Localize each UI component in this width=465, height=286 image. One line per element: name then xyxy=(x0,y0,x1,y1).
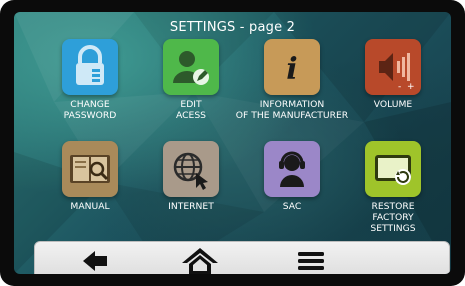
manufacturer-tile-icon-box: i xyxy=(264,39,320,95)
hamburger-menu-icon xyxy=(298,252,324,270)
sac-tile-icon-box xyxy=(264,141,320,197)
back-arrow-icon xyxy=(83,251,107,271)
manual-tile-icon-box xyxy=(62,141,118,197)
volume-icon: - + xyxy=(379,53,415,92)
change-password-tile-icon-box xyxy=(62,39,118,95)
restore-factory-settings-button[interactable]: RESTORE FACTORY SETTINGS xyxy=(333,141,451,236)
volume-button[interactable]: - + VOLUME xyxy=(333,39,451,134)
restore-icon xyxy=(375,155,411,185)
svg-text:+: + xyxy=(407,82,415,92)
home-button[interactable] xyxy=(180,246,220,274)
svg-text:i: i xyxy=(286,52,297,87)
page-title: SETTINGS - page 2 xyxy=(169,20,296,35)
info-icon: i xyxy=(286,52,297,87)
edit-access-tile-icon-box xyxy=(163,39,219,95)
device-frame: SETTINGS - page 2 CHANGE PASSWORD EDIT A… xyxy=(0,0,465,286)
bottom-navigation-bar xyxy=(34,241,450,274)
menu-button[interactable] xyxy=(290,246,330,274)
restore-tile-icon-box xyxy=(365,141,421,197)
volume-label: VOLUME xyxy=(373,99,413,110)
restore-factory-settings-label: RESTORE FACTORY SETTINGS xyxy=(370,201,416,234)
globe-icon xyxy=(173,152,208,190)
lock-icon xyxy=(76,45,104,85)
headset-icon xyxy=(279,151,305,187)
internet-tile-icon-box xyxy=(163,141,219,197)
manual-book-icon xyxy=(70,155,110,183)
back-button[interactable] xyxy=(75,246,115,274)
home-icon xyxy=(182,248,218,274)
svg-text:-: - xyxy=(398,82,401,92)
user-edit-icon xyxy=(173,51,209,85)
settings-screen: SETTINGS - page 2 CHANGE PASSWORD EDIT A… xyxy=(14,12,451,274)
volume-tile-icon-box: - + xyxy=(365,39,421,95)
